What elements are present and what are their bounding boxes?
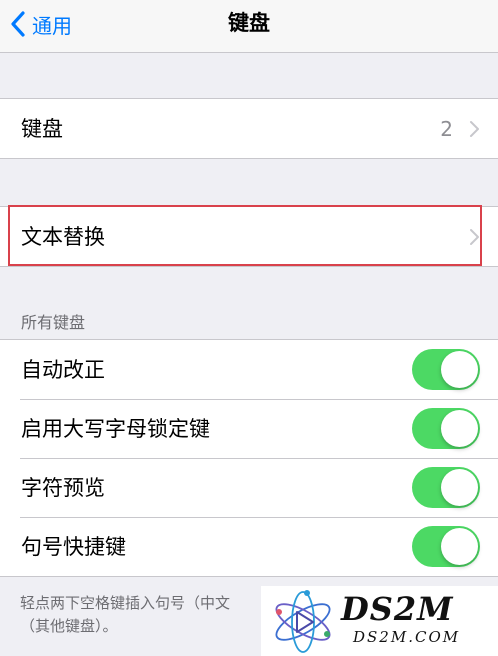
watermark: DS2M DS2M.COM: [261, 586, 498, 656]
toggle-label: 自动改正: [21, 357, 105, 382]
character-preview-toggle[interactable]: [412, 467, 480, 508]
chevron-left-icon: [11, 11, 25, 37]
text-replacement-row[interactable]: 文本替换: [0, 207, 498, 266]
toggle-label: 启用大写字母锁定键: [21, 416, 210, 441]
period-shortcut-toggle[interactable]: [412, 526, 480, 567]
watermark-url: DS2M.COM: [353, 628, 461, 646]
auto-correct-toggle[interactable]: [412, 349, 480, 390]
back-button[interactable]: 通用: [10, 8, 72, 40]
all-keyboards-group: 自动改正 启用大写字母锁定键 字符预览 句号快捷键: [0, 339, 498, 577]
chevron-right-icon: [470, 120, 479, 137]
navigation-bar: 通用 键盘: [0, 0, 498, 53]
toggle-label: 句号快捷键: [21, 534, 126, 559]
toggle-knob: [441, 528, 478, 565]
caps-lock-toggle[interactable]: [412, 408, 480, 449]
toggle-row-period-shortcut: 句号快捷键: [0, 517, 498, 576]
back-label: 通用: [32, 13, 72, 38]
toggle-row-character-preview: 字符预览: [0, 458, 498, 517]
page-title: 键盘: [228, 11, 270, 35]
keyboards-group: 键盘 2: [0, 98, 498, 159]
toggle-knob: [441, 351, 478, 388]
text-replacement-label: 文本替换: [21, 224, 105, 249]
text-replacement-group: 文本替换: [0, 206, 498, 267]
keyboards-count: 2: [440, 116, 453, 141]
toggle-row-caps-lock: 启用大写字母锁定键: [0, 399, 498, 458]
chevron-right-icon: [470, 228, 479, 245]
toggle-knob: [441, 410, 478, 447]
toggle-knob: [441, 469, 478, 506]
keyboards-row[interactable]: 键盘 2: [0, 99, 498, 158]
footer-description: 轻点两下空格键插入句号（中文 （其他键盘）。: [20, 592, 270, 638]
keyboards-label: 键盘: [21, 116, 63, 141]
atom-logo-icon: [275, 590, 331, 653]
footer-line-2: （其他键盘）。: [20, 617, 118, 635]
toggle-row-auto-correct: 自动改正: [0, 340, 498, 399]
section-header-all-keyboards: 所有键盘: [21, 313, 86, 332]
toggle-label: 字符预览: [21, 475, 105, 500]
watermark-brand: DS2M: [341, 590, 454, 628]
footer-line-1: 轻点两下空格键插入句号（中文: [20, 594, 231, 612]
